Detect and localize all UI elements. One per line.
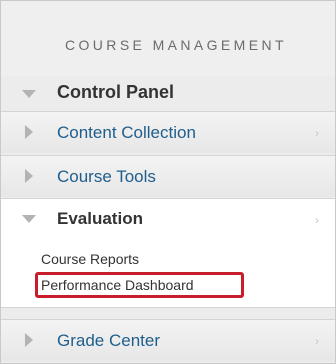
control-panel-row[interactable]: Control Panel (1, 76, 335, 111)
panel-header: COURSE MANAGEMENT (1, 1, 335, 76)
chevron-right-icon[interactable]: › (315, 126, 319, 140)
triangle-down-icon[interactable] (22, 90, 36, 98)
chevron-right-icon[interactable]: › (315, 334, 319, 348)
highlight-box (35, 272, 244, 298)
sidebar-item-evaluation[interactable]: Evaluation › Course Reports Performance … (1, 198, 335, 308)
triangle-right-icon[interactable] (25, 333, 33, 347)
sidebar-item-label[interactable]: Content Collection (57, 123, 196, 143)
sidebar-item-label[interactable]: Course Tools (57, 167, 156, 187)
triangle-down-icon[interactable] (22, 215, 36, 223)
control-panel-label: Control Panel (57, 82, 175, 102)
evaluation-label[interactable]: Evaluation (57, 209, 143, 229)
sidebar-item-course-tools[interactable]: Course Tools (1, 155, 335, 197)
course-management-panel: COURSE MANAGEMENT Control Panel Content … (0, 0, 336, 364)
course-reports-link[interactable]: Course Reports (41, 251, 139, 267)
triangle-right-icon[interactable] (25, 125, 33, 139)
sidebar-item-label[interactable]: Grade Center (57, 331, 160, 351)
triangle-right-icon[interactable] (25, 169, 33, 183)
sidebar-item-grade-center[interactable]: Grade Center › (1, 319, 335, 361)
section-title: COURSE MANAGEMENT (65, 37, 287, 53)
sidebar-item-content-collection[interactable]: Content Collection › (1, 111, 335, 153)
chevron-right-icon[interactable]: › (315, 213, 319, 227)
